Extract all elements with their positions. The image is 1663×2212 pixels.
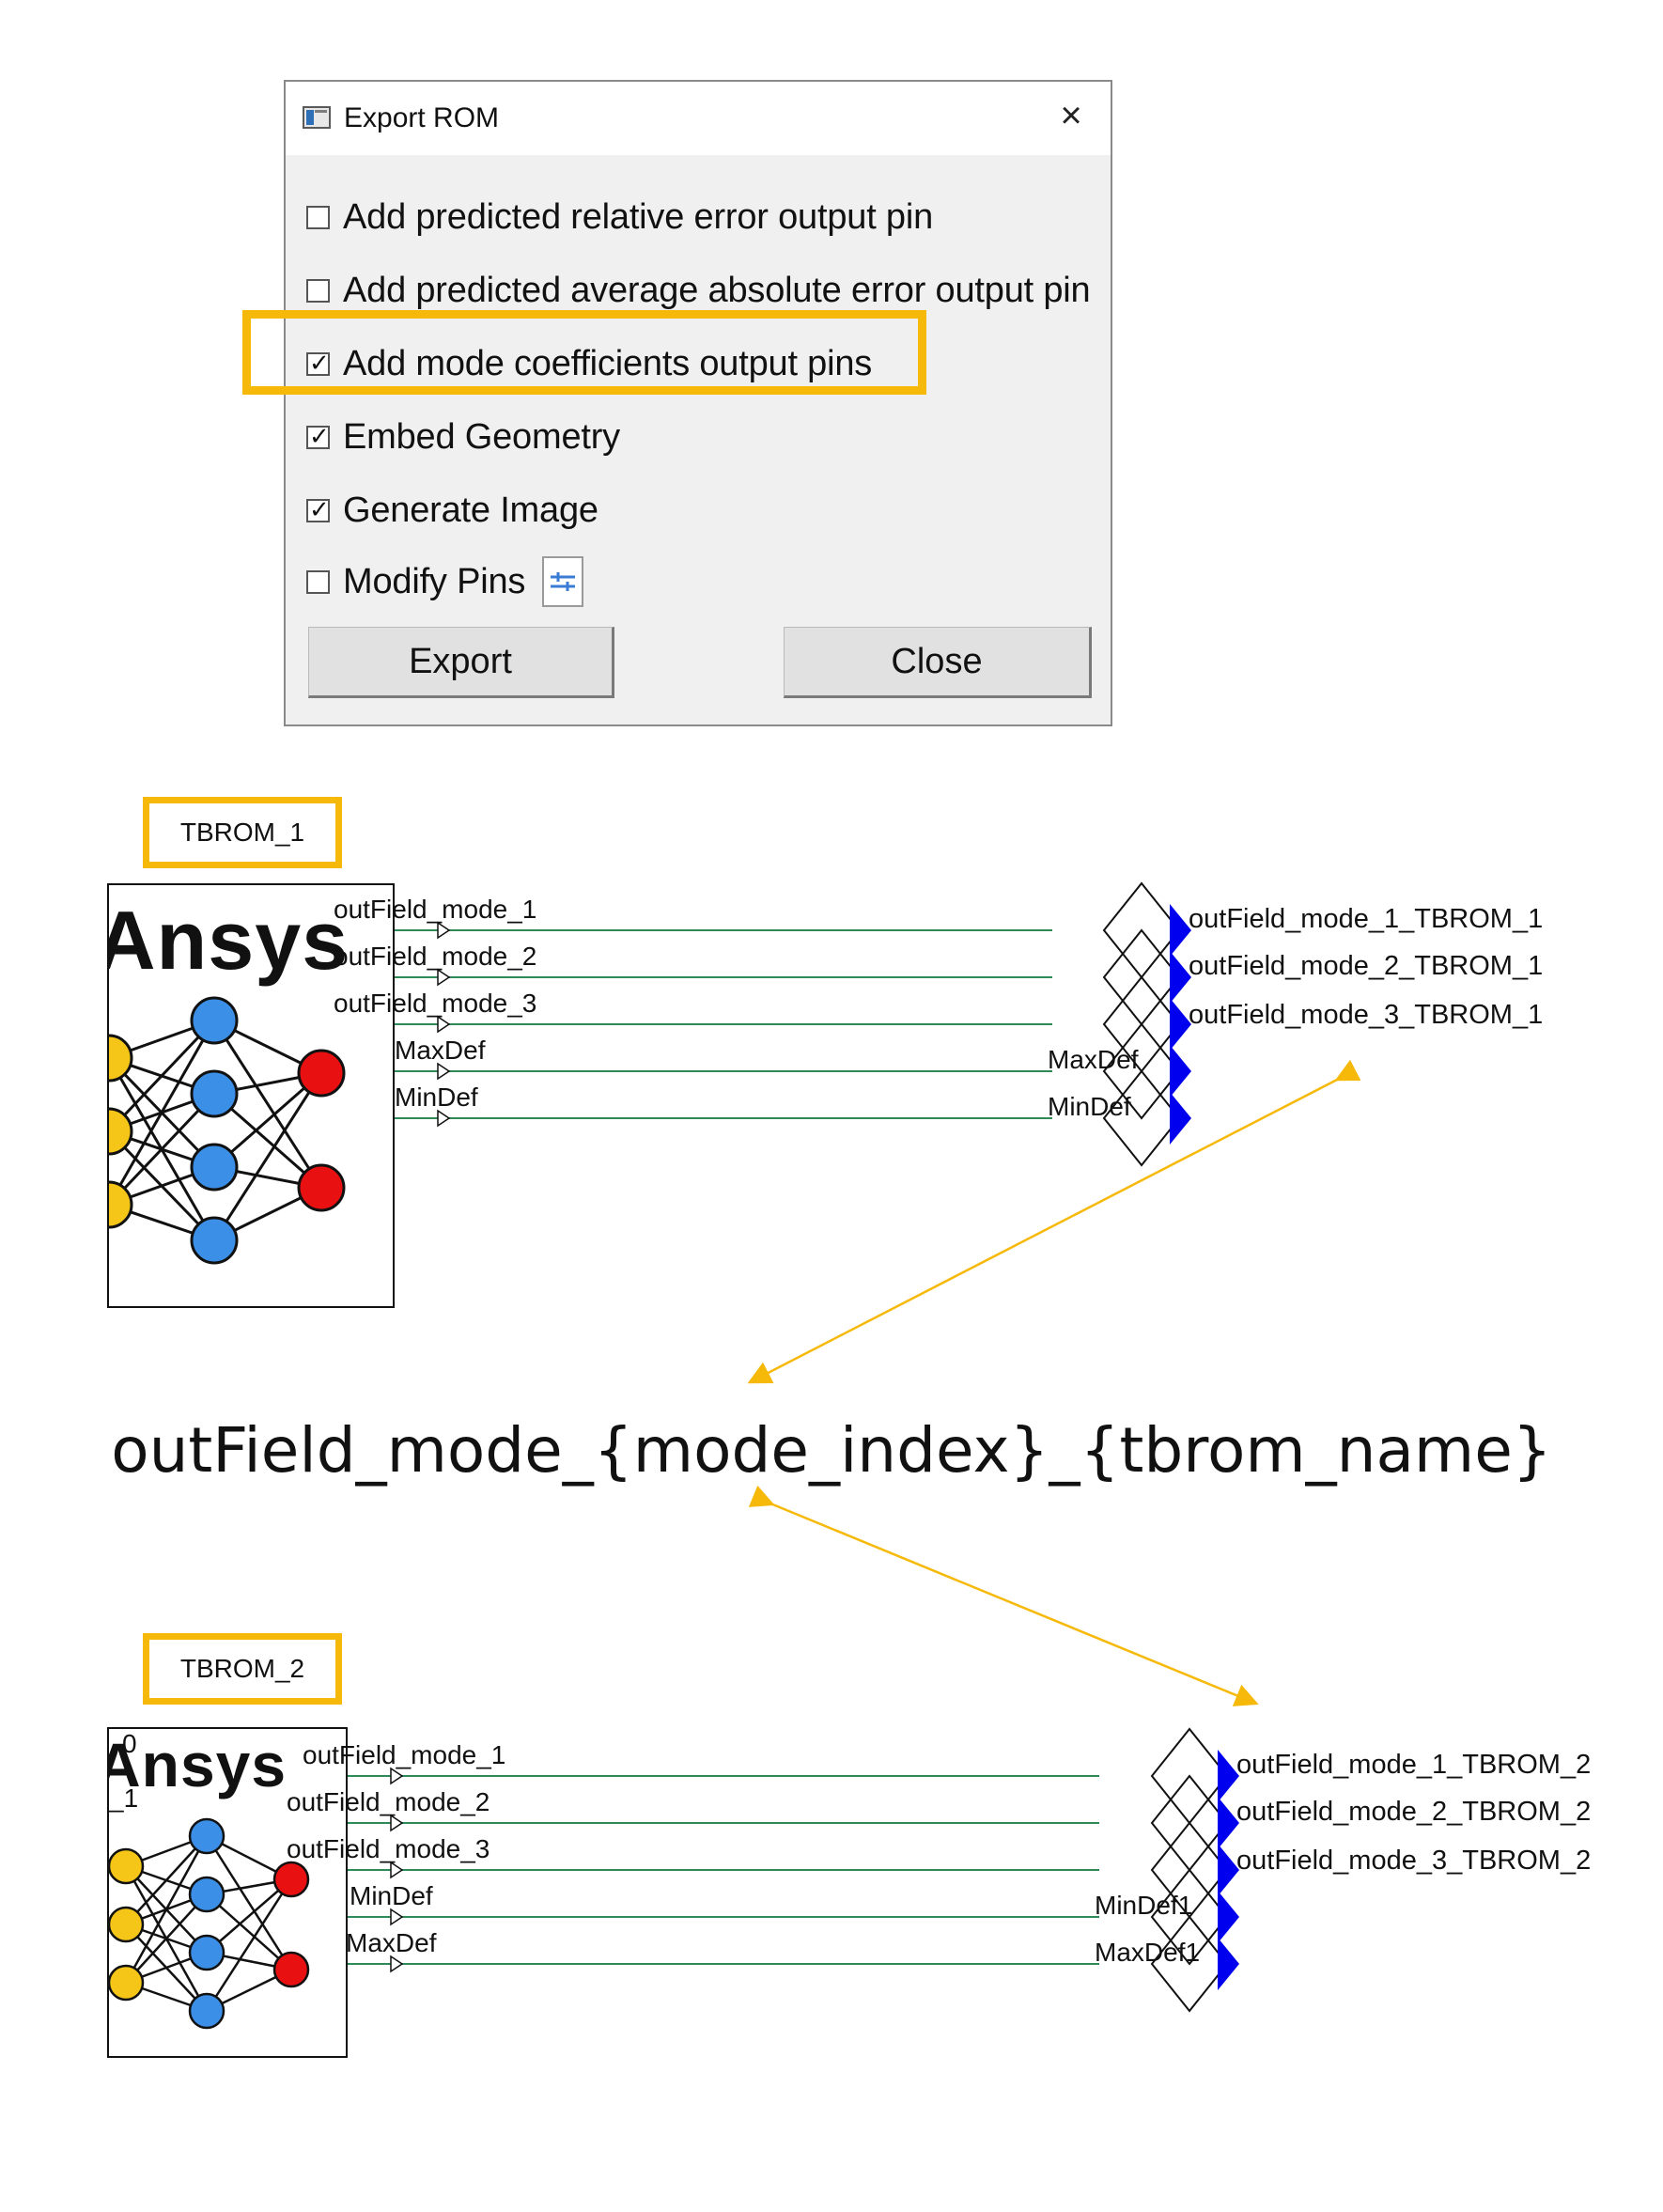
wire-group-tbrom-1 [395,929,1052,1119]
output-diamonds-tbrom-2 [1150,1727,1229,2013]
formula-link-arrows [747,1059,1361,1706]
output-pin-arrows-tbrom-1 [1170,904,1191,1145]
input-arrowheads-tbrom-2 [390,1767,404,1973]
output-pin-arrows-tbrom-2 [1218,1750,1239,1990]
wire-group-tbrom-2 [348,1775,1099,1965]
diagram-connections [348,881,1361,2013]
input-arrowheads-tbrom-1 [437,921,451,1128]
output-diamonds-tbrom-1 [1102,881,1181,1167]
